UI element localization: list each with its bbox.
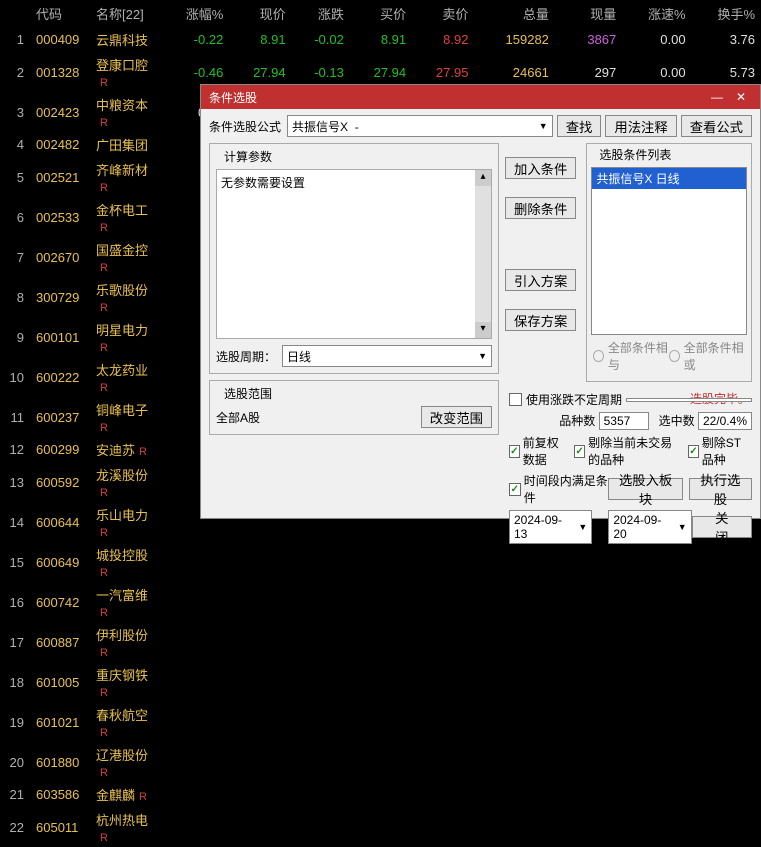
scope-fieldset: 选股范围 全部A股 改变范围 bbox=[209, 380, 499, 435]
column-header[interactable]: 现价 bbox=[229, 0, 291, 27]
scope-value: 全部A股 bbox=[216, 409, 260, 426]
save-plan-button[interactable]: 保存方案 bbox=[505, 309, 576, 331]
radio-or: 全部条件相或 bbox=[669, 339, 745, 373]
r-marker: R bbox=[96, 767, 108, 779]
rm-st-checkbox[interactable]: ✓ bbox=[688, 445, 699, 458]
calc-params-legend: 计算参数 bbox=[220, 148, 276, 165]
selected-count: 22/0.4% bbox=[698, 412, 752, 430]
table-row[interactable]: 16600742一汽富维R bbox=[0, 582, 761, 622]
dialog-titlebar[interactable]: 条件选股 — ✕ bbox=[201, 85, 760, 109]
r-marker: R bbox=[96, 117, 108, 129]
minimize-button[interactable]: — bbox=[706, 88, 728, 106]
to-block-button[interactable]: 选股入板块 bbox=[608, 478, 682, 500]
formula-select[interactable]: 共振信号X - ▼ bbox=[287, 115, 553, 137]
r-marker: R bbox=[96, 527, 108, 539]
r-marker: R bbox=[135, 791, 147, 803]
delete-condition-button[interactable]: 删除条件 bbox=[505, 197, 576, 219]
r-marker: R bbox=[96, 422, 108, 434]
calc-params-fieldset: 计算参数 无参数需要设置 ▴▾ 选股周期： 日线 ▼ bbox=[209, 143, 499, 374]
column-header[interactable]: 涨幅% bbox=[160, 0, 229, 27]
period-label: 选股周期： bbox=[216, 348, 276, 365]
r-marker: R bbox=[96, 727, 108, 739]
r-marker: R bbox=[96, 647, 108, 659]
chevron-down-icon: ▼ bbox=[539, 121, 548, 131]
table-row[interactable]: 18601005重庆钢铁R bbox=[0, 662, 761, 702]
date-to-input[interactable]: 2024-09-20▼ bbox=[608, 510, 691, 544]
period-select[interactable]: 日线 ▼ bbox=[282, 345, 492, 367]
params-scrollbar[interactable]: ▴▾ bbox=[475, 170, 491, 338]
import-plan-button[interactable]: 引入方案 bbox=[505, 269, 576, 291]
column-header[interactable]: 涨速% bbox=[622, 0, 691, 27]
r-marker: R bbox=[96, 222, 108, 234]
column-header[interactable]: 名称[22] bbox=[90, 0, 160, 27]
table-row[interactable]: 22605011杭州热电R bbox=[0, 807, 761, 847]
r-marker: R bbox=[96, 607, 108, 619]
table-row[interactable]: 20601880辽港股份R bbox=[0, 742, 761, 782]
column-header[interactable]: 现量 bbox=[555, 0, 622, 27]
column-header[interactable]: 卖价 bbox=[412, 0, 474, 27]
find-button[interactable]: 查找 bbox=[557, 115, 602, 137]
dialog-title: 条件选股 bbox=[209, 89, 257, 106]
column-header[interactable]: 买价 bbox=[350, 0, 412, 27]
formula-label: 条件选股公式 bbox=[209, 118, 281, 135]
r-marker: R bbox=[96, 487, 108, 499]
r-marker: R bbox=[96, 77, 108, 89]
scope-legend: 选股范围 bbox=[220, 385, 276, 402]
r-marker: R bbox=[96, 182, 108, 194]
r-marker: R bbox=[96, 567, 108, 579]
r-marker: R bbox=[135, 446, 147, 458]
params-textbox: 无参数需要设置 ▴▾ bbox=[216, 169, 492, 339]
execute-button[interactable]: 执行选股 bbox=[689, 478, 752, 500]
r-marker: R bbox=[96, 302, 108, 314]
condition-stock-dialog: 条件选股 — ✕ 条件选股公式 共振信号X - ▼ 查找 用法注释 查看公式 计… bbox=[200, 84, 761, 519]
rm-notrade-checkbox[interactable]: ✓ bbox=[574, 445, 585, 458]
change-scope-button[interactable]: 改变范围 bbox=[421, 406, 492, 428]
r-marker: R bbox=[96, 262, 108, 274]
view-formula-button[interactable]: 查看公式 bbox=[681, 115, 752, 137]
column-header[interactable]: 换手% bbox=[692, 0, 761, 27]
r-marker: R bbox=[96, 687, 108, 699]
add-condition-button[interactable]: 加入条件 bbox=[505, 157, 576, 179]
close-dialog-button[interactable]: 关闭 bbox=[692, 516, 752, 538]
irregular-checkbox[interactable] bbox=[509, 393, 522, 406]
r-marker: R bbox=[96, 832, 108, 844]
irregular-input[interactable] bbox=[626, 398, 752, 402]
condition-list-item[interactable]: 共振信号X 日线 bbox=[592, 168, 746, 189]
date-from-input[interactable]: 2024-09-13▼ bbox=[509, 510, 592, 544]
column-header[interactable]: 总量 bbox=[474, 0, 554, 27]
column-header[interactable] bbox=[0, 0, 30, 27]
radio-and: 全部条件相与 bbox=[593, 339, 669, 373]
r-marker: R bbox=[96, 382, 108, 394]
timerange-checkbox[interactable]: ✓ bbox=[509, 483, 521, 496]
table-row[interactable]: 21603586金麒麟R bbox=[0, 782, 761, 807]
total-count: 5357 bbox=[599, 412, 649, 430]
table-row[interactable]: 1000409云鼎科技-0.228.91-0.028.918.921592823… bbox=[0, 27, 761, 52]
fq-checkbox[interactable]: ✓ bbox=[509, 445, 520, 458]
condition-list[interactable]: 共振信号X 日线 bbox=[591, 167, 747, 335]
help-button[interactable]: 用法注释 bbox=[605, 115, 676, 137]
close-button[interactable]: ✕ bbox=[730, 88, 752, 106]
condition-list-fieldset: 选股条件列表 共振信号X 日线 全部条件相与 全部条件相或 bbox=[586, 143, 752, 382]
table-row[interactable]: 19601021春秋航空R bbox=[0, 702, 761, 742]
irregular-label: 使用涨跌不定周期 bbox=[526, 391, 622, 408]
r-marker: R bbox=[96, 342, 108, 354]
column-header[interactable]: 代码 bbox=[30, 0, 90, 27]
column-header[interactable]: 涨跌 bbox=[292, 0, 350, 27]
condition-list-legend: 选股条件列表 bbox=[595, 146, 675, 163]
table-row[interactable]: 17600887伊利股份R bbox=[0, 622, 761, 662]
chevron-down-icon: ▼ bbox=[478, 351, 487, 361]
